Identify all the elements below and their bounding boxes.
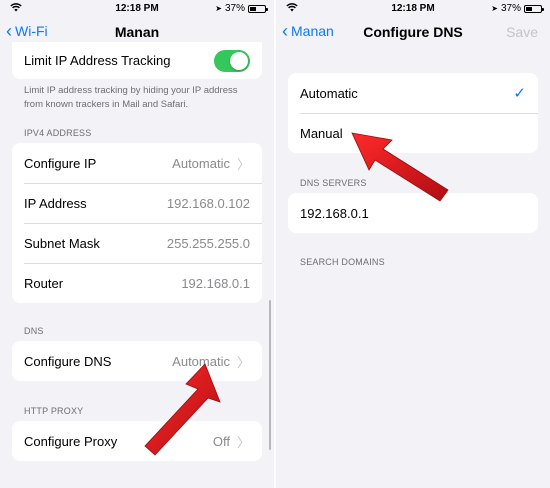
configure-dns-label: Configure DNS (24, 353, 112, 369)
dns-group: Configure DNS Automatic 〉 (12, 341, 262, 381)
location-arrow-icon: ➤ (215, 4, 222, 13)
navigation-bar: ‹ Manan Configure DNS Save (276, 16, 550, 48)
ipv4-group: Configure IP Automatic 〉 IP Address 192.… (12, 143, 262, 303)
automatic-option[interactable]: Automatic ✓ (288, 73, 538, 113)
router-value: 192.168.0.1 (181, 275, 250, 291)
configure-dns-value: Automatic (172, 353, 230, 369)
battery-percent: 37% (224, 3, 245, 14)
chevron-right-icon: 〉 (236, 156, 250, 172)
page-title: Manan (114, 24, 160, 40)
automatic-option-label: Automatic (300, 85, 358, 101)
subnet-mask-label: Subnet Mask (24, 235, 100, 251)
ipv4-section-header: IPV4 ADDRESS (24, 128, 92, 138)
dns-servers-group: 192.168.0.1 (288, 193, 538, 233)
dns-server-row[interactable]: 192.168.0.1 (288, 193, 538, 233)
battery-icon (248, 4, 268, 13)
checkmark-icon: ✓ (513, 85, 526, 102)
limit-ip-tracking-row: Limit IP Address Tracking (12, 42, 262, 79)
limit-ip-tracking-toggle[interactable] (214, 49, 250, 72)
http-proxy-section-header: HTTP PROXY (24, 406, 84, 416)
location-arrow-icon: ➤ (491, 4, 498, 13)
status-bar: 12:18 PM ➤ 37% (276, 0, 550, 16)
subnet-mask-value: 255.255.255.0 (166, 235, 250, 251)
configure-ip-label: Configure IP (24, 155, 97, 171)
configure-proxy-row[interactable]: Configure Proxy Off 〉 (12, 421, 262, 461)
limit-ip-footnote: Limit IP address tracking by hiding your… (24, 85, 238, 110)
ip-address-row: IP Address 192.168.0.102 (12, 183, 262, 223)
configure-proxy-value: Off (212, 433, 230, 449)
manual-option-label: Manual (300, 125, 343, 141)
save-button[interactable]: Save (506, 24, 538, 40)
limit-ip-tracking-label: Limit IP Address Tracking (24, 53, 171, 68)
manual-option[interactable]: Manual (288, 113, 538, 153)
ip-address-value: 192.168.0.102 (166, 195, 250, 211)
limit-ip-group: Limit IP Address Tracking (12, 42, 262, 79)
toggle-knob (230, 51, 248, 70)
battery-percent: 37% (500, 3, 521, 14)
battery-icon (524, 4, 544, 13)
router-label: Router (24, 275, 64, 291)
ip-address-label: IP Address (24, 195, 87, 211)
dns-server-value: 192.168.0.1 (300, 205, 369, 221)
dns-section-header: DNS (24, 326, 44, 336)
configure-dns-row[interactable]: Configure DNS Automatic 〉 (12, 341, 262, 381)
dns-servers-section-header: DNS SERVERS (300, 178, 367, 188)
configure-ip-value: Automatic (172, 155, 230, 171)
router-row: Router 192.168.0.1 (12, 263, 262, 303)
configure-proxy-label: Configure Proxy (24, 433, 118, 449)
dns-mode-group: Automatic ✓ Manual (288, 73, 538, 153)
search-domains-section-header: SEARCH DOMAINS (300, 257, 385, 267)
status-bar: 12:18 PM ➤ 37% (0, 0, 274, 16)
chevron-right-icon: 〉 (236, 354, 250, 370)
chevron-right-icon: 〉 (236, 434, 250, 450)
network-settings-screen: 12:18 PM ➤ 37% ‹ Wi-Fi Manan Limit IP Ad… (0, 0, 274, 488)
proxy-group: Configure Proxy Off 〉 (12, 421, 262, 461)
subnet-mask-row: Subnet Mask 255.255.255.0 (12, 223, 262, 263)
configure-ip-row[interactable]: Configure IP Automatic 〉 (12, 143, 262, 183)
scroll-indicator[interactable] (269, 300, 271, 450)
configure-dns-screen: 12:18 PM ➤ 37% ‹ Manan Configure DNS Sav… (276, 0, 550, 488)
